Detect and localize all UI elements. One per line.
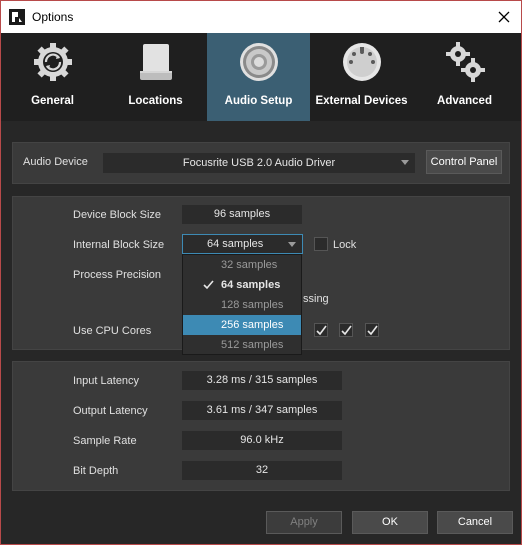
sample-rate-label: Sample Rate <box>73 435 137 447</box>
chevron-down-icon <box>401 160 409 165</box>
option-label: 512 samples <box>221 339 284 351</box>
tab-general[interactable]: General <box>1 33 104 121</box>
bit-depth-label: Bit Depth <box>73 465 119 477</box>
lock-checkbox[interactable] <box>314 237 328 251</box>
tab-label: Locations <box>128 95 183 107</box>
option-label: 32 samples <box>221 259 278 271</box>
tab-label: General <box>31 95 74 107</box>
tab-external-devices[interactable]: External Devices <box>310 33 413 121</box>
cpu-core-checkbox[interactable] <box>339 323 353 337</box>
tab-locations[interactable]: Locations <box>104 33 207 121</box>
option-label: 128 samples <box>221 299 284 311</box>
tab-label: Audio Setup <box>224 95 293 107</box>
control-panel-button[interactable]: Control Panel <box>426 150 502 174</box>
block-size-option[interactable]: 512 samples <box>183 335 301 355</box>
midi-port-icon <box>341 41 383 83</box>
use-cpu-cores-label: Use CPU Cores <box>73 325 152 337</box>
tab-bar: General Locations Audio Setup External D… <box>1 33 521 121</box>
window-title: Options <box>32 10 74 24</box>
gears-icon <box>444 41 486 83</box>
tab-advanced[interactable]: Advanced <box>413 33 516 121</box>
ok-button[interactable]: OK <box>352 511 428 534</box>
cpu-core-checkbox[interactable] <box>314 323 328 337</box>
internal-block-size-label: Internal Block Size <box>73 239 165 251</box>
app-logo-icon <box>9 9 25 25</box>
block-size-option-selected[interactable]: 64 samples <box>183 275 301 295</box>
audio-device-label: Audio Device <box>23 156 88 168</box>
tab-label: External Devices <box>315 95 408 107</box>
options-window: Options General Locations Audio Setup Ex… <box>0 0 522 545</box>
processing-option-label: ssing <box>303 293 329 305</box>
input-latency-label: Input Latency <box>73 375 140 387</box>
checkmark-icon <box>316 325 327 336</box>
gear-refresh-icon <box>32 41 74 83</box>
block-size-dropdown-list: 32 samples 64 samples 128 samples 256 sa… <box>182 254 302 355</box>
speaker-icon <box>238 41 280 83</box>
output-latency-value: 3.61 ms / 347 samples <box>182 401 342 420</box>
audio-device-select[interactable]: Focusrite USB 2.0 Audio Driver <box>103 153 415 173</box>
audio-device-panel: Audio Device Focusrite USB 2.0 Audio Dri… <box>12 142 510 184</box>
title-bar: Options <box>1 1 521 33</box>
block-size-option[interactable]: 32 samples <box>183 255 301 275</box>
device-block-size-value: 96 samples <box>182 205 302 224</box>
tab-label: Advanced <box>437 95 492 107</box>
chevron-down-icon <box>288 242 296 247</box>
checkmark-icon <box>367 325 378 336</box>
audio-device-value: Focusrite USB 2.0 Audio Driver <box>182 157 336 169</box>
sample-rate-value: 96.0 kHz <box>182 431 342 450</box>
output-latency-label: Output Latency <box>73 405 148 417</box>
device-block-size-label: Device Block Size <box>73 209 162 221</box>
apply-button[interactable]: Apply <box>266 511 342 534</box>
input-latency-value: 3.28 ms / 315 samples <box>182 371 342 390</box>
lock-label: Lock <box>333 239 357 251</box>
close-button[interactable] <box>491 5 517 29</box>
block-size-option-highlighted[interactable]: 256 samples <box>183 315 301 335</box>
cancel-button[interactable]: Cancel <box>437 511 513 534</box>
latency-panel: Input Latency 3.28 ms / 315 samples Outp… <box>12 361 510 491</box>
tab-audio-setup[interactable]: Audio Setup <box>207 33 310 121</box>
process-precision-label: Process Precision <box>73 269 162 281</box>
checkmark-icon <box>341 325 352 336</box>
internal-block-size-value: 64 samples <box>207 238 264 250</box>
bit-depth-value: 32 <box>182 461 342 480</box>
drive-icon <box>135 41 177 83</box>
block-size-option[interactable]: 128 samples <box>183 295 301 315</box>
internal-block-size-select[interactable]: 64 samples <box>182 234 303 254</box>
cpu-core-checkbox[interactable] <box>365 323 379 337</box>
close-icon <box>498 11 510 23</box>
checkmark-icon <box>203 280 214 290</box>
option-label: 256 samples <box>221 319 284 331</box>
option-label: 64 samples <box>221 279 281 291</box>
